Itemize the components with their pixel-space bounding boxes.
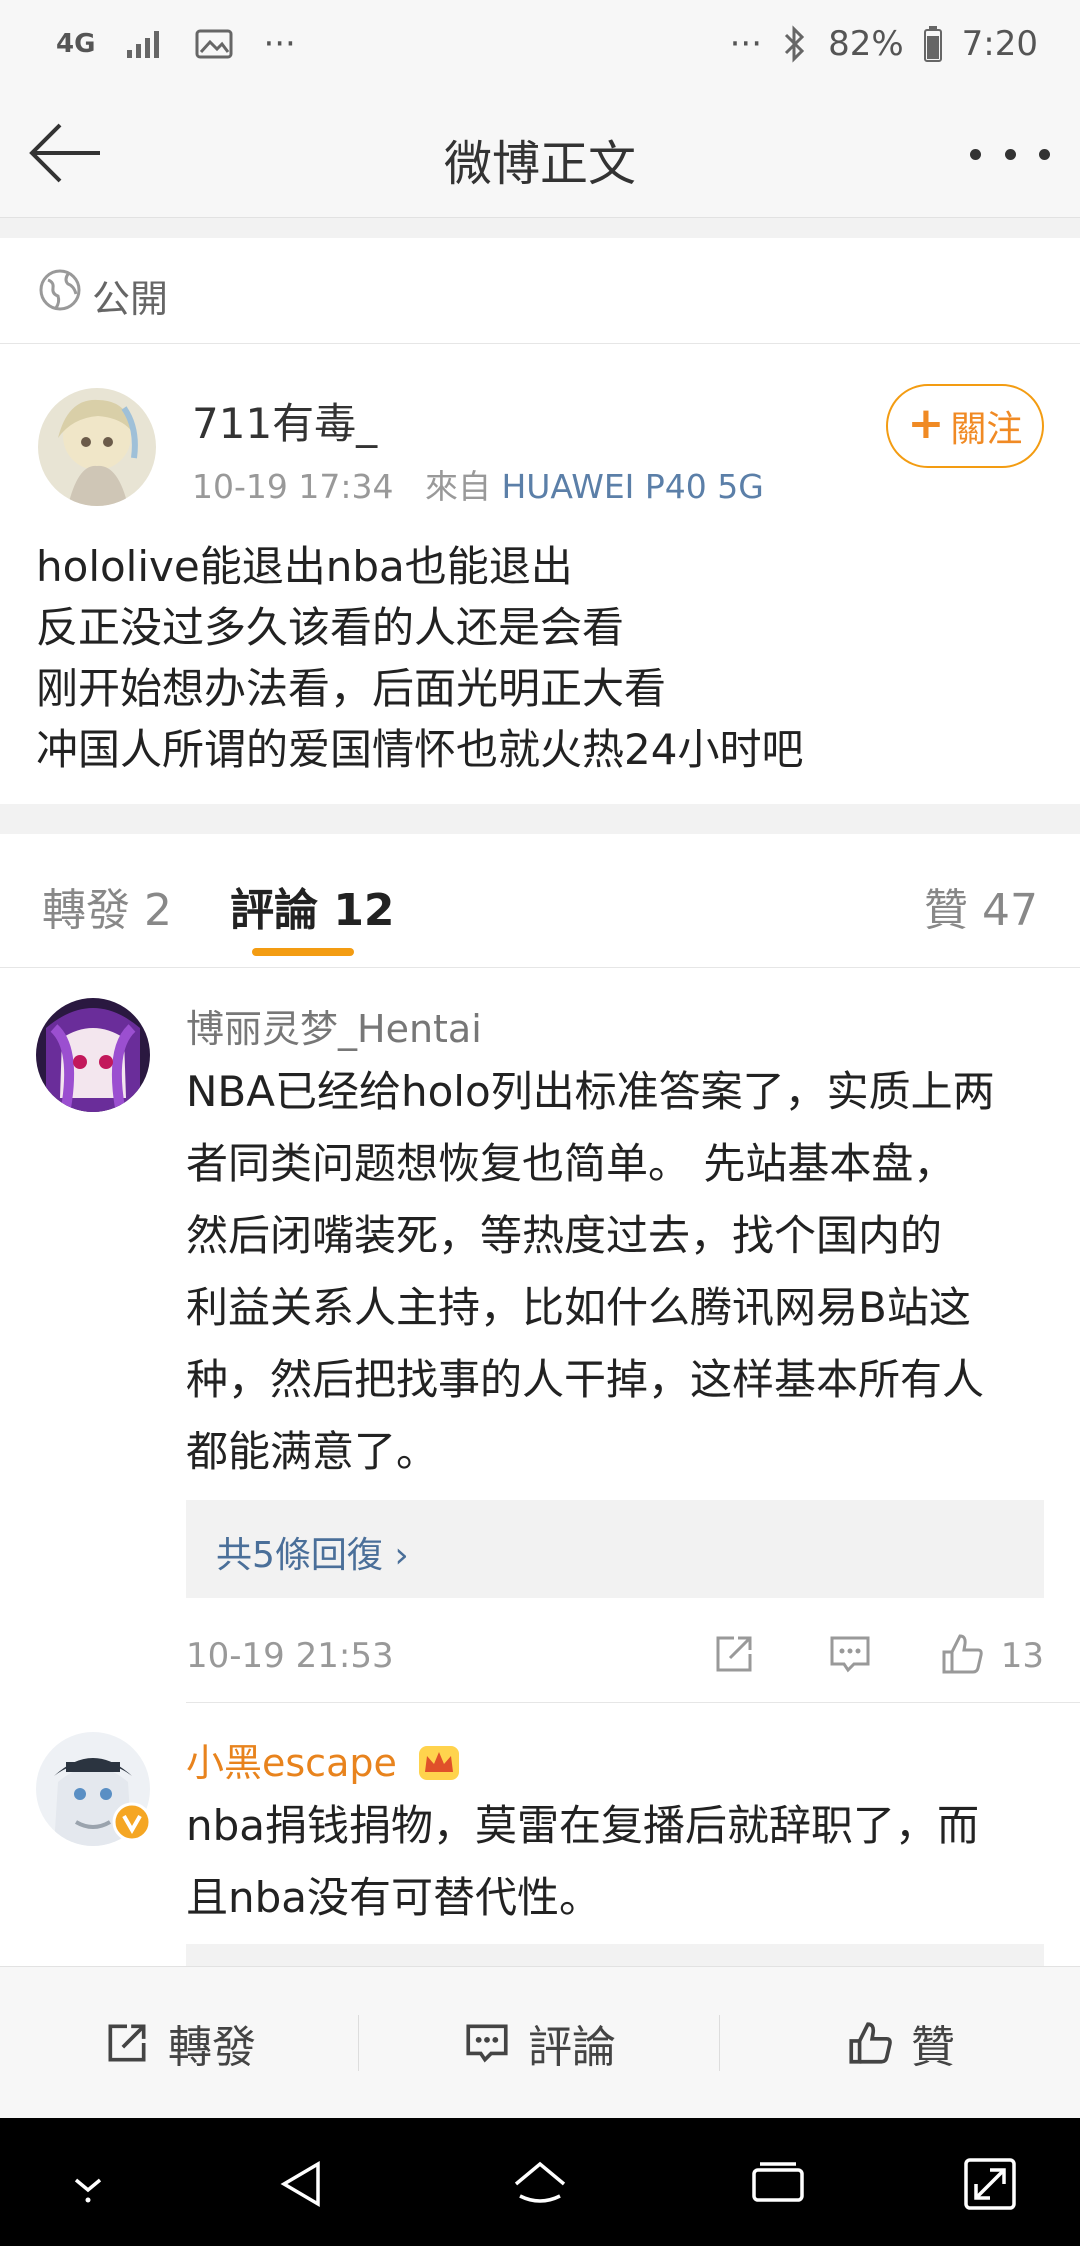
- nav-recents-icon[interactable]: [748, 2154, 808, 2214]
- comment-line: 都能满意了。: [186, 1427, 439, 1476]
- comment-line: 然后闭嘴装死，等热度过去，找个国内的: [186, 1211, 943, 1260]
- comment-line: nba捐钱捐物，莫雷在复播后就辞职了，而: [186, 1801, 980, 1850]
- tab-comments[interactable]: 評論 12: [230, 874, 395, 938]
- post-meta: 10-19 17:34 來自 HUAWEI P40 5G: [192, 460, 764, 508]
- hide-keyboard-icon[interactable]: [58, 2154, 118, 2214]
- follow-button[interactable]: + 關注: [886, 384, 1044, 468]
- status-bar: 4G ··· ··· 82% 7:20: [0, 0, 1080, 88]
- nav-expand-icon[interactable]: [960, 2154, 1020, 2214]
- visibility-row: 公開: [0, 238, 1080, 344]
- bluetooth-icon: [785, 25, 805, 63]
- comment-item: 小黑escape nba捐钱捐物，莫雷在复播后就辞职了，而 且nba没有可替代性…: [0, 1704, 1080, 1966]
- repost-button[interactable]: 轉發: [0, 1967, 358, 2119]
- post-body: hololive能退出nba也能退出 反正没过多久该看的人还是会看 刚开始想办法…: [36, 536, 1046, 780]
- battery-icon: [923, 26, 942, 62]
- globe-icon: [39, 269, 81, 311]
- post-line: 刚开始想办法看，后面光明正大看: [36, 664, 667, 713]
- author-username[interactable]: 711有毒_: [192, 390, 377, 451]
- page-title: 微博正文: [443, 136, 636, 192]
- post-line: 冲国人所谓的爱国情怀也就火热24小时吧: [36, 725, 804, 774]
- like-icon[interactable]: [938, 1630, 986, 1678]
- post-device[interactable]: HUAWEI P40 5G: [501, 467, 763, 506]
- more-notifications-icon: ···: [263, 24, 296, 64]
- repost-label: 轉發: [168, 2022, 256, 2073]
- plus-icon: +: [907, 398, 945, 449]
- signal-icon: [127, 31, 160, 58]
- bottom-action-bar: 轉發 評論 贊: [0, 1966, 1080, 2118]
- follow-label: 關注: [950, 409, 1023, 450]
- visibility-label: 公開: [92, 277, 169, 321]
- repost-icon: [108, 2024, 146, 2062]
- more-options-icon[interactable]: [970, 124, 1050, 184]
- comment-text: nba捐钱捐物，莫雷在复播后就辞职了，而 且nba没有可替代性。: [186, 1790, 1046, 1934]
- reply-icon[interactable]: [826, 1630, 874, 1678]
- comment-time: 10-19 21:53: [186, 1636, 394, 1676]
- comment-footer: 10-19 21:53 13: [186, 1626, 1046, 1686]
- tab-reposts[interactable]: 轉發 2: [42, 874, 172, 938]
- active-tab-indicator: [252, 948, 354, 956]
- comment-button[interactable]: 評論: [359, 1967, 719, 2119]
- verified-badge-icon: [112, 1802, 152, 1842]
- network-type-icon: 4G: [56, 29, 96, 59]
- post-line: 反正没过多久该看的人还是会看: [36, 603, 625, 652]
- commenter-avatar[interactable]: [36, 998, 150, 1112]
- comment-label: 評論: [528, 2022, 616, 2073]
- share-icon[interactable]: [710, 1630, 758, 1678]
- comment-text: NBA已经给holo列出标准答案了，实质上两 者同类问题想恢复也简单。 先站基本…: [186, 1056, 1046, 1488]
- commenter-name-text: 小黑escape: [186, 1741, 397, 1785]
- comment-line: NBA已经给holo列出标准答案了，实质上两: [186, 1067, 995, 1116]
- like-button[interactable]: 贊: [720, 1967, 1080, 2119]
- post-header: 711有毒_ 10-19 17:34 來自 HUAWEI P40 5G + 關注: [0, 344, 1080, 524]
- system-navigation-bar: [0, 2118, 1080, 2246]
- section-divider: [0, 804, 1080, 834]
- commenter-name[interactable]: 博丽灵梦_Hentai: [186, 998, 482, 1053]
- comment-icon: [466, 2024, 508, 2063]
- top-navigation-bar: 微博正文: [0, 88, 1080, 218]
- like-icon: [849, 2022, 892, 2064]
- comment-line: 种，然后把找事的人干掉，这样基本所有人: [186, 1355, 985, 1404]
- post-source-prefix: 來自: [424, 467, 491, 506]
- comment-line: 且nba没有可替代性。: [186, 1873, 602, 1922]
- replies-label: 共5條回復 ›: [216, 1535, 409, 1576]
- comment-item: 博丽灵梦_Hentai NBA已经给holo列出标准答案了，实质上两 者同类问题…: [0, 968, 1080, 1704]
- clock-time: 7:20: [961, 24, 1038, 64]
- like-label: 贊: [911, 2022, 955, 2073]
- tab-likes[interactable]: 贊 47: [924, 874, 1038, 938]
- view-replies-button[interactable]: 共5條回復 ›: [186, 1500, 1044, 1598]
- section-divider: [0, 218, 1080, 238]
- nav-back-icon[interactable]: [272, 2154, 332, 2214]
- image-icon: [195, 29, 233, 59]
- comment-line: 利益关系人主持，比如什么腾讯网易B站这: [186, 1283, 971, 1332]
- comment-like-count: 13: [1000, 1636, 1044, 1676]
- view-replies-button[interactable]: [186, 1944, 1044, 1966]
- comment-line: 者同类问题想恢复也简单。 先站基本盘，: [186, 1139, 956, 1188]
- post-time: 10-19 17:34: [192, 467, 394, 506]
- vip-crown-icon: [418, 1746, 459, 1780]
- author-avatar[interactable]: [38, 388, 156, 506]
- nav-home-icon[interactable]: [510, 2154, 570, 2214]
- comment-divider: [186, 1702, 1080, 1703]
- more-status-icon: ···: [729, 24, 763, 64]
- battery-percent: 82%: [828, 24, 904, 64]
- interaction-tabs: 轉發 2 評論 12 贊 47: [0, 834, 1080, 968]
- post-line: hololive能退出nba也能退出: [36, 542, 573, 591]
- commenter-name[interactable]: 小黑escape: [186, 1732, 461, 1787]
